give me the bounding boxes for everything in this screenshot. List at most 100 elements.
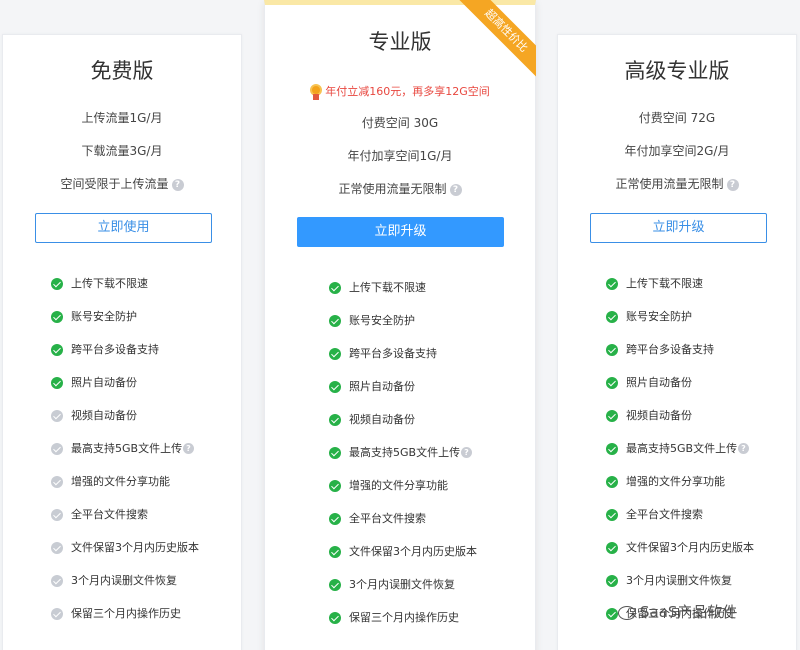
check-circle-icon: [51, 278, 63, 290]
check-circle-icon: [606, 443, 618, 455]
feature-label: 上传下载不限速: [71, 277, 148, 290]
plan-info-premium-1: 付费空间 72G: [638, 111, 716, 125]
plan-info-pro-3: 正常使用流量无限制?: [265, 180, 535, 197]
feature-item: 最高支持5GB文件上传?: [51, 441, 251, 457]
upgrade-now-button-premium[interactable]: 立即升级: [590, 213, 767, 243]
check-circle-icon: [329, 480, 341, 492]
check-circle-icon: [329, 579, 341, 591]
feature-item: 保留三个月内操作历史: [329, 610, 529, 626]
feature-label: 照片自动备份: [71, 376, 137, 389]
plan-info-pro-3-label: 正常使用流量无限制: [338, 182, 447, 196]
check-circle-icon: [329, 348, 341, 360]
wechat-icon: [618, 605, 636, 620]
plan-title-free: 免费版: [90, 59, 154, 83]
feature-item: 照片自动备份: [51, 375, 251, 391]
feature-item: 3个月内误删文件恢复: [51, 573, 251, 589]
check-circle-icon: [329, 315, 341, 327]
feature-item: 增强的文件分享功能: [329, 478, 529, 494]
feature-item: 账号安全防护: [606, 309, 800, 325]
feature-label: 上传下载不限速: [626, 277, 703, 290]
feature-label: 3个月内误删文件恢复: [349, 578, 455, 591]
feature-label: 账号安全防护: [349, 314, 415, 327]
check-circle-icon: [51, 377, 63, 389]
plan-info-premium-3: 正常使用流量无限制?: [558, 175, 796, 192]
feature-item: 最高支持5GB文件上传?: [329, 445, 529, 461]
help-icon[interactable]: ?: [449, 183, 462, 196]
check-circle-icon: [606, 575, 618, 587]
help-icon[interactable]: ?: [171, 178, 184, 191]
check-circle-icon: [606, 542, 618, 554]
plan-info-free-1: 上传流量1G/月: [81, 111, 163, 125]
watermark-label: SaaS产品软件: [640, 603, 738, 621]
check-circle-icon: [329, 447, 341, 459]
feature-item: 全平台文件搜索: [329, 511, 529, 527]
plan-info-free-3: 空间受限于上传流量?: [3, 175, 241, 192]
check-circle-icon: [51, 608, 63, 620]
feature-label: 增强的文件分享功能: [349, 479, 448, 492]
check-circle-icon: [51, 443, 63, 455]
check-circle-icon: [51, 410, 63, 422]
check-circle-icon: [606, 410, 618, 422]
feature-label: 跨平台多设备支持: [626, 343, 714, 356]
check-circle-icon: [329, 282, 341, 294]
feature-item: 3个月内误删文件恢复: [329, 577, 529, 593]
plan-info-premium-3-label: 正常使用流量无限制: [615, 177, 724, 191]
help-icon[interactable]: ?: [726, 178, 739, 191]
plan-info-premium-2: 年付加享空间2G/月: [624, 144, 730, 158]
feature-label: 视频自动备份: [349, 413, 415, 426]
medal-icon: [310, 84, 323, 100]
feature-label: 账号安全防护: [71, 310, 137, 323]
feature-label: 3个月内误删文件恢复: [71, 574, 177, 587]
feature-item: 视频自动备份: [329, 412, 529, 428]
check-circle-icon: [606, 509, 618, 521]
check-circle-icon: [606, 344, 618, 356]
check-circle-icon: [606, 278, 618, 290]
feature-item: 视频自动备份: [606, 408, 800, 424]
feature-label: 账号安全防护: [626, 310, 692, 323]
plan-card-pro: 超高性价比 专业版 年付立减160元，再多享12G空间 付费空间 30G 年付加…: [264, 0, 536, 650]
plan-title-premium: 高级专业版: [624, 59, 730, 83]
feature-label: 视频自动备份: [71, 409, 137, 422]
check-circle-icon: [606, 311, 618, 323]
feature-item: 全平台文件搜索: [606, 507, 800, 523]
feature-label: 保留三个月内操作历史: [349, 611, 459, 624]
feature-item: 照片自动备份: [329, 379, 529, 395]
feature-label: 文件保留3个月内历史版本: [626, 541, 754, 554]
upgrade-now-button-pro[interactable]: 立即升级: [297, 217, 504, 247]
promo-label: 年付立减160元，再多享12G空间: [325, 85, 490, 98]
plan-info-pro-2: 年付加享空间1G/月: [347, 149, 453, 163]
check-circle-icon: [51, 344, 63, 356]
feature-label: 最高支持5GB文件上传: [71, 442, 183, 455]
check-circle-icon: [606, 608, 618, 620]
check-circle-icon: [606, 377, 618, 389]
feature-label: 增强的文件分享功能: [626, 475, 725, 488]
check-circle-icon: [51, 476, 63, 488]
plan-card-free: 免费版 上传流量1G/月 下载流量3G/月 空间受限于上传流量? 立即使用 上传…: [2, 34, 242, 650]
feature-label: 3个月内误删文件恢复: [626, 574, 732, 587]
check-circle-icon: [51, 509, 63, 521]
feature-item: 保留三个月内操作历史: [51, 606, 251, 622]
plan-card-premium: 高级专业版 付费空间 72G 年付加享空间2G/月 正常使用流量无限制? 立即升…: [557, 34, 797, 650]
feature-item: 全平台文件搜索: [51, 507, 251, 523]
feature-label: 最高支持5GB文件上传: [349, 446, 461, 459]
feature-item: 照片自动备份: [606, 375, 800, 391]
feature-item: 跨平台多设备支持: [329, 346, 529, 362]
check-circle-icon: [329, 612, 341, 624]
help-icon[interactable]: ?: [183, 443, 194, 454]
feature-item: 上传下载不限速: [329, 280, 529, 296]
feature-label: 跨平台多设备支持: [349, 347, 437, 360]
use-now-button[interactable]: 立即使用: [35, 213, 212, 243]
feature-label: 全平台文件搜索: [626, 508, 703, 521]
watermark: SaaS产品软件: [618, 601, 737, 622]
check-circle-icon: [51, 575, 63, 587]
feature-item: 增强的文件分享功能: [51, 474, 251, 490]
feature-label: 文件保留3个月内历史版本: [349, 545, 477, 558]
help-icon[interactable]: ?: [738, 443, 749, 454]
check-circle-icon: [329, 513, 341, 525]
feature-label: 照片自动备份: [349, 380, 415, 393]
feature-label: 上传下载不限速: [349, 281, 426, 294]
check-circle-icon: [329, 414, 341, 426]
feature-item: 上传下载不限速: [51, 276, 251, 292]
help-icon[interactable]: ?: [461, 447, 472, 458]
feature-label: 视频自动备份: [626, 409, 692, 422]
